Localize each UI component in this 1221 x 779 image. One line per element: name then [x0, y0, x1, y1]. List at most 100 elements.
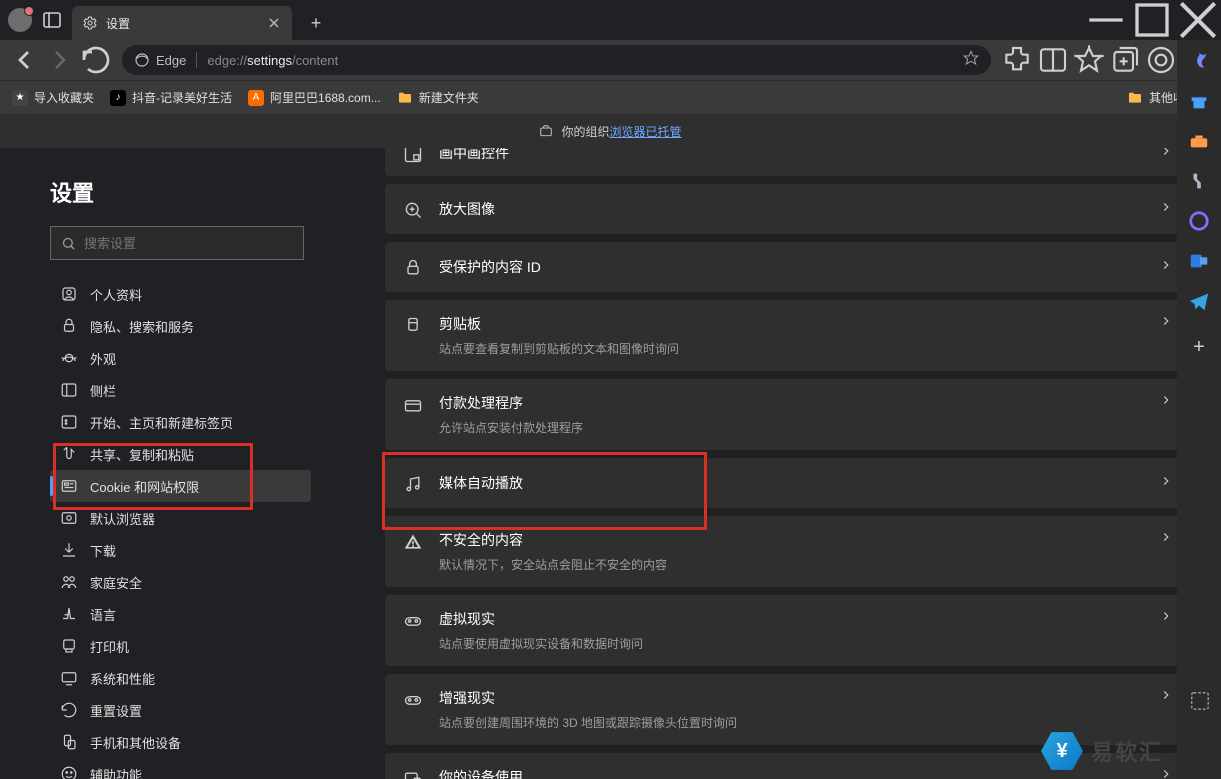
chevron-right-icon — [1159, 688, 1173, 707]
nav-icon — [60, 381, 78, 399]
card-desc: 默认情况下，安全站点会阻止不安全的内容 — [439, 556, 1143, 573]
close-icon[interactable] — [266, 15, 282, 31]
sidebar-item-2[interactable]: 外观 — [50, 342, 311, 374]
setting-card-4[interactable]: 付款处理程序允许站点安装付款处理程序 — [385, 379, 1191, 450]
sidebar-item-10[interactable]: 语言 — [50, 598, 311, 630]
address-url: edge://settings/content — [207, 53, 338, 68]
browser-tab[interactable]: 设置 — [72, 6, 292, 40]
nav-label: 系统和性能 — [90, 669, 155, 688]
add-sidebar-app-button[interactable]: + — [1193, 336, 1205, 359]
refresh-button[interactable] — [80, 44, 112, 76]
chevron-right-icon — [1159, 258, 1173, 277]
chevron-right-icon — [1159, 474, 1173, 493]
office-icon[interactable] — [1188, 210, 1210, 232]
card-icon — [403, 769, 423, 779]
tools-icon[interactable] — [1188, 130, 1210, 152]
sidebar-item-1[interactable]: 隐私、搜索和服务 — [50, 310, 311, 342]
nav-icon — [60, 285, 78, 303]
bookmark-douyin[interactable]: ♪抖音-记录美好生活 — [110, 89, 232, 106]
search-input[interactable] — [84, 236, 293, 251]
chevron-right-icon — [1159, 314, 1173, 333]
maximize-button[interactable] — [1129, 0, 1175, 40]
sidebar-item-0[interactable]: 个人资料 — [50, 278, 311, 310]
setting-card-1[interactable]: 放大图像 — [385, 184, 1191, 234]
favorite-star-icon[interactable] — [963, 50, 979, 71]
back-button[interactable] — [8, 44, 40, 76]
tab-actions-icon[interactable] — [40, 8, 64, 32]
telegram-icon[interactable] — [1188, 290, 1210, 312]
nav-label: 侧栏 — [90, 381, 116, 400]
forward-button[interactable] — [44, 44, 76, 76]
new-tab-button[interactable]: + — [300, 13, 332, 34]
setting-card-6[interactable]: 不安全的内容默认情况下，安全站点会阻止不安全的内容 — [385, 516, 1191, 587]
profile-avatar[interactable] — [8, 8, 32, 32]
nav-label: 隐私、搜索和服务 — [90, 317, 194, 336]
sidebar-item-12[interactable]: 系统和性能 — [50, 662, 311, 694]
toolbar: Edge edge://settings/content — [0, 40, 1221, 80]
nav-icon — [60, 701, 78, 719]
card-title: 画中画控件 — [439, 148, 1143, 163]
chevron-right-icon — [1159, 393, 1173, 412]
settings-search[interactable] — [50, 226, 304, 260]
sidebar-item-13[interactable]: 重置设置 — [50, 694, 311, 726]
extensions-button[interactable] — [1001, 44, 1033, 76]
bookmarks-bar: ★导入收藏夹 ♪抖音-记录美好生活 A阿里巴巴1688.com... 新建文件夹… — [0, 80, 1221, 114]
card-icon — [403, 611, 423, 631]
card-title: 你的设备使用 — [439, 767, 1143, 779]
favorites-button[interactable] — [1073, 44, 1105, 76]
card-icon — [403, 690, 423, 710]
folder-icon — [1127, 90, 1143, 106]
sidebar-item-15[interactable]: 辅助功能 — [50, 758, 311, 779]
setting-card-3[interactable]: 剪贴板站点要查看复制到剪贴板的文本和图像时询问 — [385, 300, 1191, 371]
bookmark-alibaba[interactable]: A阿里巴巴1688.com... — [248, 89, 381, 106]
sidebar-item-6[interactable]: Cookie 和网站权限 — [50, 470, 311, 502]
sidebar-item-3[interactable]: 侧栏 — [50, 374, 311, 406]
gear-icon — [82, 15, 98, 31]
settings-content: 画中画控件放大图像受保护的内容 ID 剪贴板站点要查看复制到剪贴板的文本和图像时询… — [335, 148, 1221, 779]
card-title: 剪贴板 — [439, 314, 1143, 334]
outlook-icon[interactable] — [1188, 250, 1210, 272]
sidebar-item-4[interactable]: 开始、主页和新建标签页 — [50, 406, 311, 438]
address-bar[interactable]: Edge edge://settings/content — [122, 45, 991, 75]
browser-essentials-button[interactable] — [1145, 44, 1177, 76]
sidebar-item-11[interactable]: 打印机 — [50, 630, 311, 662]
sidebar-item-8[interactable]: 下载 — [50, 534, 311, 566]
close-window-button[interactable] — [1175, 0, 1221, 40]
card-icon — [403, 148, 423, 164]
minimize-button[interactable] — [1083, 0, 1129, 40]
import-favorites-button[interactable]: ★导入收藏夹 — [12, 89, 94, 106]
setting-card-7[interactable]: 虚拟现实站点要使用虚拟现实设备和数据时询问 — [385, 595, 1191, 666]
nav-icon — [60, 349, 78, 367]
edge-logo-icon — [134, 52, 150, 68]
copilot-icon[interactable] — [1188, 50, 1210, 72]
briefcase-icon — [539, 124, 553, 138]
sidebar-item-14[interactable]: 手机和其他设备 — [50, 726, 311, 758]
side-rail: + — [1177, 40, 1221, 779]
card-title: 不安全的内容 — [439, 530, 1143, 550]
collections-button[interactable] — [1109, 44, 1141, 76]
setting-card-5[interactable]: 媒体自动播放 — [385, 458, 1191, 508]
nav-icon — [60, 573, 78, 591]
tab-label: 设置 — [106, 15, 130, 32]
nav-icon — [60, 317, 78, 335]
shopping-icon[interactable] — [1188, 90, 1210, 112]
sidebar-item-9[interactable]: 家庭安全 — [50, 566, 311, 598]
split-screen-button[interactable] — [1037, 44, 1069, 76]
sidebar-item-7[interactable]: 默认浏览器 — [50, 502, 311, 534]
screenshot-icon[interactable] — [1189, 690, 1211, 717]
setting-card-2[interactable]: 受保护的内容 ID — [385, 242, 1191, 292]
nav-label: 下载 — [90, 541, 116, 560]
card-title: 增强现实 — [439, 688, 1143, 708]
address-brand: Edge — [156, 53, 186, 68]
card-desc: 站点要查看复制到剪贴板的文本和图像时询问 — [439, 340, 1143, 357]
games-icon[interactable] — [1188, 170, 1210, 192]
setting-card-0[interactable]: 画中画控件 — [385, 148, 1191, 176]
managed-banner: 你的组织浏览器已托管 — [0, 114, 1221, 148]
nav-icon — [60, 445, 78, 463]
bookmark-folder[interactable]: 新建文件夹 — [397, 89, 479, 106]
managed-link[interactable]: 浏览器已托管 — [610, 125, 682, 139]
nav-label: 默认浏览器 — [90, 509, 155, 528]
card-title: 虚拟现实 — [439, 609, 1143, 629]
settings-sidebar: 设置 个人资料隐私、搜索和服务外观侧栏开始、主页和新建标签页共享、复制和粘贴Co… — [0, 148, 335, 779]
sidebar-item-5[interactable]: 共享、复制和粘贴 — [50, 438, 311, 470]
